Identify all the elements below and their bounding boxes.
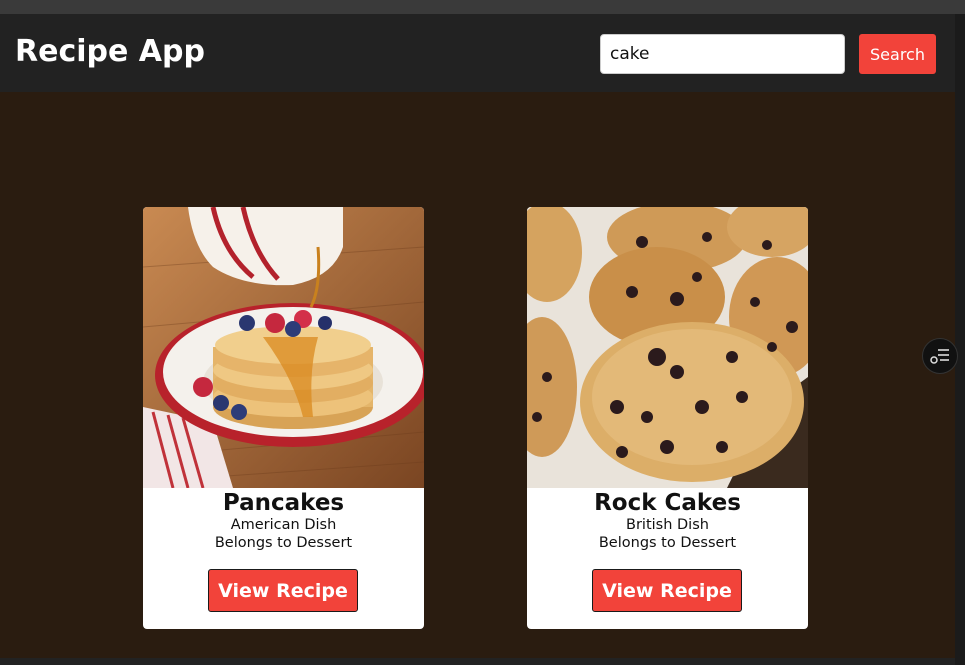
- browser-top-strip: [0, 0, 965, 14]
- recipe-cuisine: British Dish: [626, 517, 709, 533]
- recipe-title: Pancakes: [222, 490, 345, 516]
- recipe-image-rock-cakes: [527, 207, 808, 488]
- view-recipe-button[interactable]: View Recipe: [208, 569, 358, 612]
- recipe-image-pancakes: [143, 207, 424, 488]
- recipe-title: Rock Cakes: [594, 490, 741, 516]
- app-header: Recipe App Search: [0, 14, 955, 92]
- recipe-category: Belongs to Dessert: [598, 535, 737, 551]
- search-input[interactable]: [600, 34, 845, 74]
- bottom-strip: [0, 658, 955, 665]
- recipe-card: Rock Cakes British Dish Belongs to Desse…: [527, 207, 808, 629]
- app-title: Recipe App: [15, 34, 205, 69]
- recipe-category: Belongs to Dessert: [214, 535, 353, 551]
- list-settings-icon: [930, 349, 949, 364]
- search-button[interactable]: Search: [859, 34, 936, 74]
- floating-menu-button[interactable]: [922, 338, 958, 374]
- recipe-cuisine: American Dish: [230, 517, 337, 533]
- recipe-card: Pancakes American Dish Belongs to Desser…: [143, 207, 424, 629]
- view-recipe-button[interactable]: View Recipe: [592, 569, 742, 612]
